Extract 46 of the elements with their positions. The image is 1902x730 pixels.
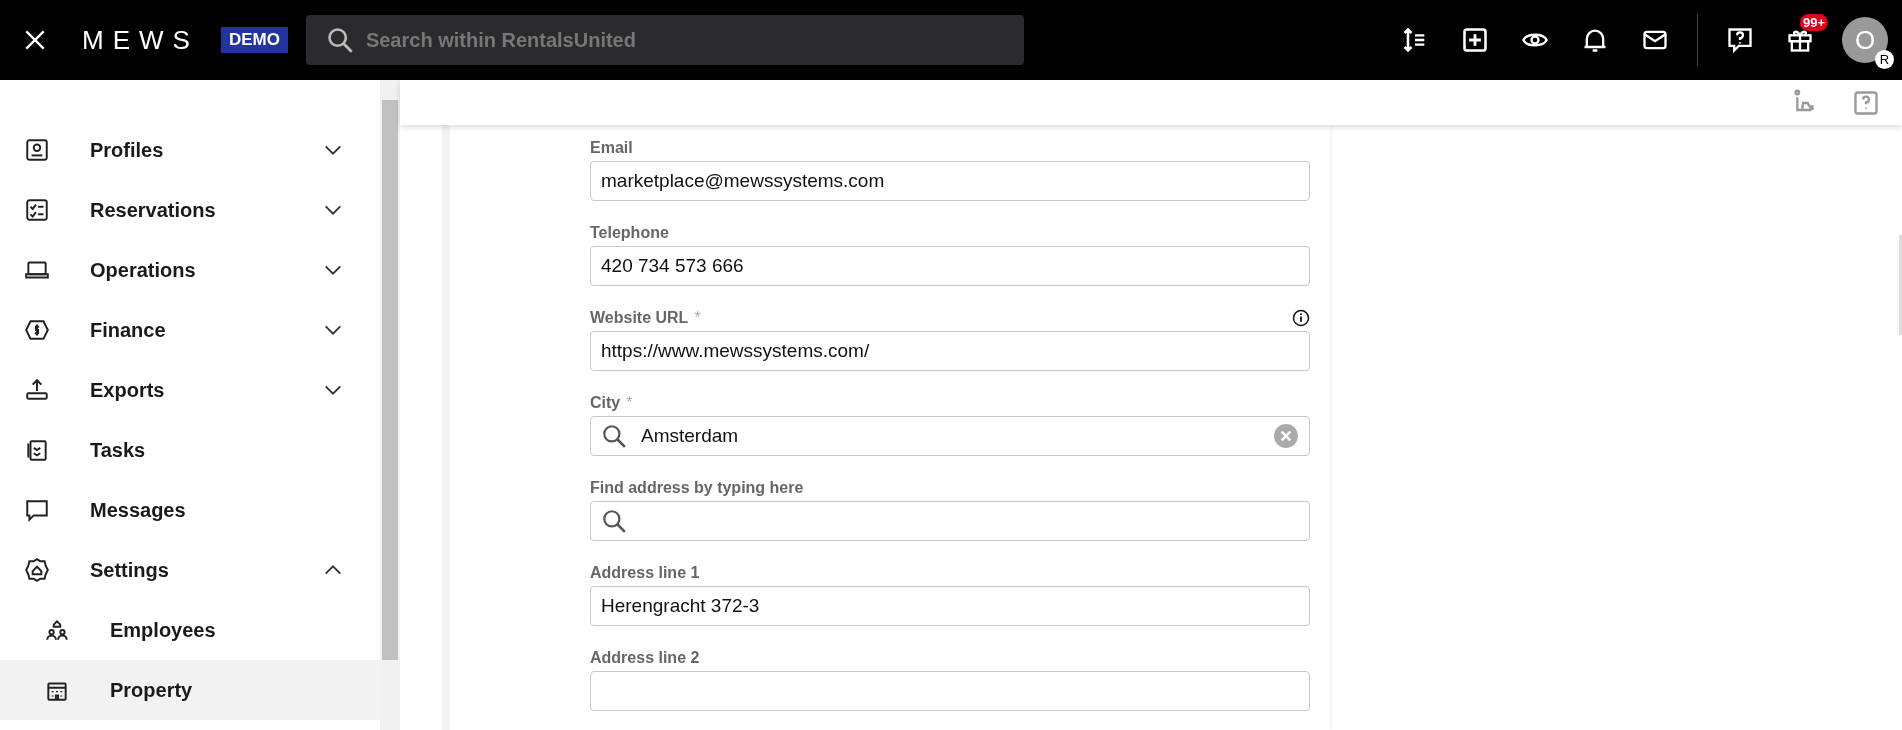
field-label: Address line 2 <box>590 649 700 667</box>
demo-badge: DEMO <box>220 27 288 53</box>
sidebar-item[interactable]: Reservations <box>0 180 380 240</box>
input-field[interactable] <box>590 501 1310 541</box>
input-field[interactable]: Herengracht 372-3 <box>590 586 1310 626</box>
sidebar-item[interactable]: Settings <box>0 540 380 600</box>
field-label: Email <box>590 139 633 157</box>
sidebar-item[interactable]: Tasks <box>0 420 380 480</box>
input-field[interactable]: Amsterdam <box>590 416 1310 456</box>
sidebar-item[interactable]: Employees <box>0 600 380 660</box>
input-field[interactable]: 420 734 573 666 <box>590 246 1310 286</box>
sidebar-item[interactable]: Messages <box>0 480 380 540</box>
notification-badge: 99+ <box>1800 14 1829 31</box>
chat-icon <box>24 497 50 523</box>
required-mark: * <box>694 309 701 327</box>
field-label: Find address by typing here <box>590 479 804 497</box>
clipboard-icon <box>24 437 50 463</box>
info-icon[interactable] <box>1292 309 1310 327</box>
search-field[interactable]: Search within RentalsUnited <box>305 15 1024 65</box>
search-icon <box>325 26 354 54</box>
sidebar-item[interactable]: Operations <box>0 240 380 300</box>
add-icon[interactable] <box>1461 26 1489 54</box>
field-label: City <box>590 394 621 412</box>
logo: MEWS <box>82 24 199 56</box>
field-label: Address line 1 <box>590 564 700 582</box>
help-icon[interactable] <box>1726 26 1754 54</box>
sidebar-item[interactable]: Property <box>0 660 380 720</box>
people-icon <box>44 617 70 643</box>
field-label: Telephone <box>590 224 669 242</box>
search-icon <box>601 508 627 534</box>
money-icon <box>24 317 50 343</box>
avatar-badge: R <box>1875 50 1894 69</box>
required-mark: * <box>626 394 633 412</box>
input-field[interactable]: marketplace@mewssystems.com <box>590 161 1310 201</box>
input-field[interactable] <box>590 671 1310 711</box>
search-icon <box>601 423 627 449</box>
input-field[interactable]: https://www.mewssystems.com/ <box>590 331 1310 371</box>
checklist-icon <box>24 197 50 223</box>
field-label: Website URL <box>590 309 689 327</box>
sidebar-item[interactable]: Exports <box>0 360 380 420</box>
sidebar-item[interactable]: Profiles <box>0 120 380 180</box>
sidebar-item[interactable]: Finance <box>0 300 380 360</box>
upload-icon <box>24 377 50 403</box>
gear-icon <box>24 557 50 583</box>
profile-icon <box>24 137 50 163</box>
scrollbar[interactable] <box>380 80 400 730</box>
